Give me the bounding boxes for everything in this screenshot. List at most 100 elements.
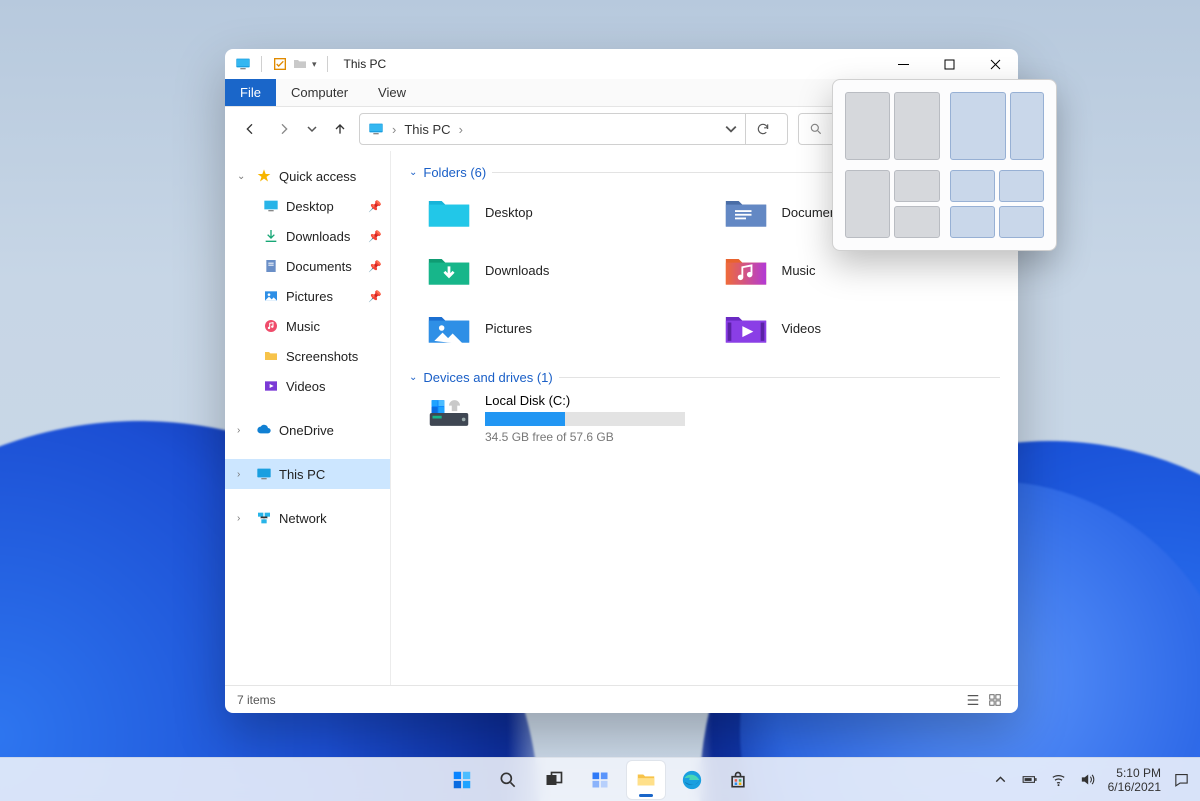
sidebar-item-documents[interactable]: Documents 📌 xyxy=(225,251,390,281)
sidebar-item-label: Quick access xyxy=(279,169,356,184)
videos-icon xyxy=(263,378,279,394)
quick-access-toolbar: ▾ xyxy=(272,56,317,72)
status-item-count: 7 items xyxy=(237,693,276,707)
status-bar: 7 items xyxy=(225,685,1018,713)
network-icon xyxy=(256,510,272,526)
taskbar-widgets[interactable] xyxy=(581,761,619,799)
drive-local-c[interactable]: Local Disk (C:) 34.5 GB free of 57.6 GB xyxy=(427,393,1000,444)
this-pc-icon xyxy=(235,56,251,72)
pin-icon: 📌 xyxy=(368,290,382,303)
qat-dropdown-icon[interactable]: ▾ xyxy=(312,59,317,70)
close-button[interactable] xyxy=(972,49,1018,79)
large-icons-view-button[interactable] xyxy=(984,690,1006,710)
documents-icon xyxy=(263,258,279,274)
task-view-icon xyxy=(544,770,564,790)
snap-layout-three-cell[interactable] xyxy=(845,170,940,238)
sidebar-item-label: Documents xyxy=(286,259,352,274)
tray-overflow-icon[interactable] xyxy=(992,771,1009,788)
snap-layout-two-column[interactable] xyxy=(845,92,940,160)
edge-icon xyxy=(681,769,703,791)
tab-computer[interactable]: Computer xyxy=(276,79,363,106)
taskbar-edge[interactable] xyxy=(673,761,711,799)
search-icon xyxy=(498,770,518,790)
tab-file[interactable]: File xyxy=(225,79,276,106)
folder-icon xyxy=(263,348,279,364)
music-icon xyxy=(263,318,279,334)
videos-folder-icon xyxy=(724,308,768,348)
snap-layouts-flyout xyxy=(832,79,1057,251)
minimize-button[interactable] xyxy=(880,49,926,79)
group-header-drives[interactable]: ⌄ Devices and drives (1) xyxy=(409,370,1000,385)
recent-locations-button[interactable] xyxy=(303,114,321,144)
sidebar-item-label: Pictures xyxy=(286,289,333,304)
drive-capacity-bar xyxy=(485,412,685,426)
sidebar-onedrive[interactable]: › OneDrive xyxy=(225,415,390,445)
folder-videos[interactable]: Videos xyxy=(724,304,1001,352)
pictures-folder-icon xyxy=(427,308,471,348)
wifi-icon[interactable] xyxy=(1050,771,1067,788)
volume-icon[interactable] xyxy=(1079,771,1096,788)
system-tray: 5:10 PM 6/16/2021 xyxy=(992,766,1190,794)
sidebar-item-label: Network xyxy=(279,511,327,526)
sidebar-item-music[interactable]: Music xyxy=(225,311,390,341)
sidebar-network[interactable]: › Network xyxy=(225,503,390,533)
sidebar-item-desktop[interactable]: Desktop 📌 xyxy=(225,191,390,221)
snap-layout-wide-left[interactable] xyxy=(950,92,1045,160)
snap-layout-four-quadrant[interactable] xyxy=(950,170,1045,238)
search-icon xyxy=(809,122,823,136)
taskbar-start[interactable] xyxy=(443,761,481,799)
folder-music[interactable]: Music xyxy=(724,246,1001,294)
taskbar-search[interactable] xyxy=(489,761,527,799)
sidebar-quick-access[interactable]: ⌄ Quick access xyxy=(225,161,390,191)
sidebar-item-downloads[interactable]: Downloads📌 xyxy=(225,221,390,251)
music-folder-icon xyxy=(724,250,768,290)
taskbar-file-explorer[interactable] xyxy=(627,761,665,799)
this-pc-icon xyxy=(368,121,384,137)
star-icon xyxy=(256,168,272,184)
taskbar-task-view[interactable] xyxy=(535,761,573,799)
back-button[interactable] xyxy=(235,114,265,144)
file-explorer-icon xyxy=(635,769,657,791)
tab-view[interactable]: View xyxy=(363,79,421,106)
drive-icon xyxy=(427,393,471,433)
maximize-button[interactable] xyxy=(926,49,972,79)
titlebar[interactable]: ▾ This PC xyxy=(225,49,1018,79)
address-history-icon[interactable] xyxy=(725,123,737,135)
taskbar-store[interactable] xyxy=(719,761,757,799)
onedrive-icon xyxy=(256,422,272,438)
folder-pictures[interactable]: Pictures xyxy=(427,304,704,352)
forward-button[interactable] xyxy=(269,114,299,144)
sidebar-item-label: OneDrive xyxy=(279,423,334,438)
refresh-button[interactable] xyxy=(745,113,779,145)
navigation-pane: ⌄ Quick access Desktop 📌 Downloads📌 Docum… xyxy=(225,151,391,685)
sidebar-item-screenshots[interactable]: Screenshots xyxy=(225,341,390,371)
taskbar-clock[interactable]: 5:10 PM 6/16/2021 xyxy=(1108,766,1161,794)
properties-qat-icon[interactable] xyxy=(272,56,288,72)
sidebar-item-videos[interactable]: Videos xyxy=(225,371,390,401)
sidebar-item-pictures[interactable]: Pictures 📌 xyxy=(225,281,390,311)
widgets-icon xyxy=(590,770,610,790)
details-view-button[interactable] xyxy=(962,690,984,710)
battery-icon[interactable] xyxy=(1021,771,1038,788)
sidebar-item-label: Desktop xyxy=(286,199,334,214)
sidebar-item-label: Screenshots xyxy=(286,349,358,364)
sidebar-this-pc[interactable]: › This PC xyxy=(225,459,390,489)
drive-free-text: 34.5 GB free of 57.6 GB xyxy=(485,430,685,444)
address-bar[interactable]: › This PC › xyxy=(359,113,788,145)
pictures-icon xyxy=(263,288,279,304)
folder-downloads[interactable]: Downloads xyxy=(427,246,704,294)
taskbar: 5:10 PM 6/16/2021 xyxy=(0,757,1200,801)
pin-icon: 📌 xyxy=(368,260,382,273)
folder-desktop[interactable]: Desktop xyxy=(427,188,704,236)
pin-icon: 📌 xyxy=(368,200,382,213)
sidebar-item-label: This PC xyxy=(279,467,325,482)
sidebar-item-label: Videos xyxy=(286,379,326,394)
breadcrumb-this-pc[interactable]: This PC xyxy=(404,122,450,137)
store-icon xyxy=(728,770,748,790)
taskbar-center xyxy=(443,761,757,799)
notifications-icon[interactable] xyxy=(1173,771,1190,788)
window-title: This PC xyxy=(344,57,387,71)
new-folder-qat-icon[interactable] xyxy=(292,56,308,72)
sidebar-item-label: Music xyxy=(286,319,320,334)
up-button[interactable] xyxy=(325,114,355,144)
